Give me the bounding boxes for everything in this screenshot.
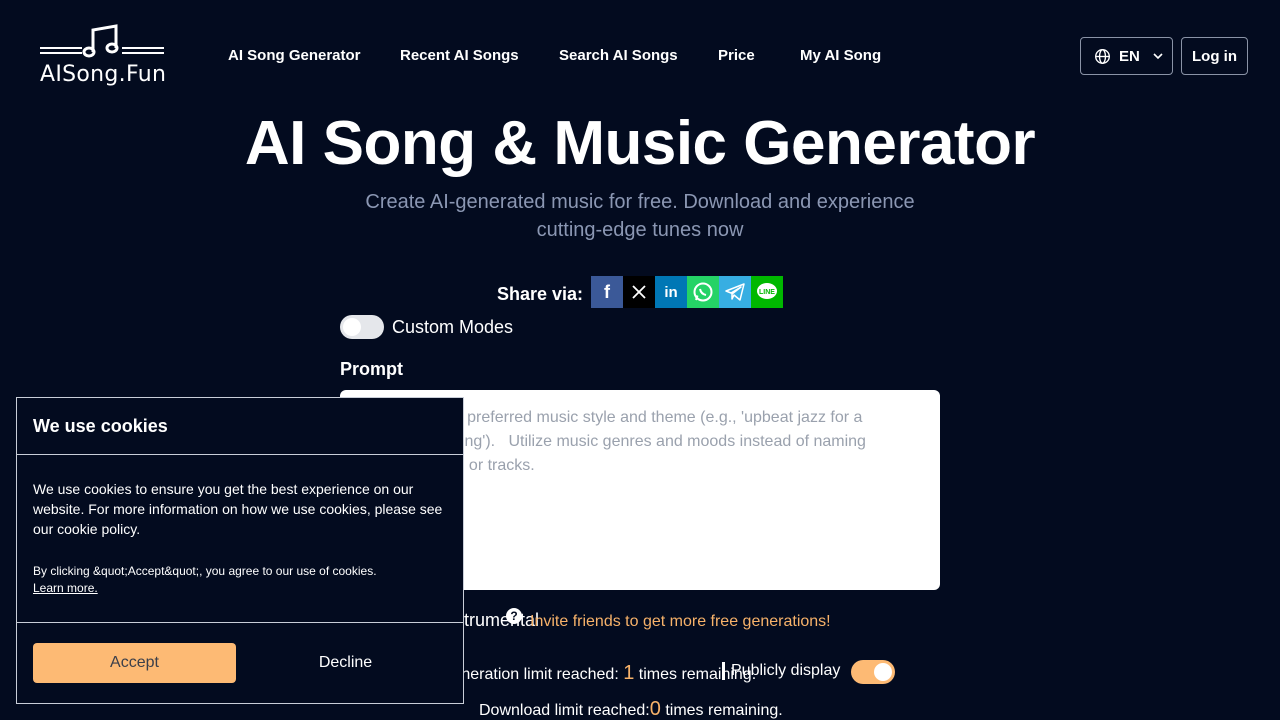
help-icon[interactable]: ? bbox=[506, 608, 522, 624]
page-title: AI Song & Music Generator bbox=[244, 109, 1036, 178]
music-note-icon bbox=[40, 24, 164, 58]
divider bbox=[17, 454, 463, 455]
public-display-toggle[interactable] bbox=[851, 660, 895, 684]
whatsapp-share-button[interactable] bbox=[687, 276, 720, 308]
nav-price[interactable]: Price bbox=[718, 47, 755, 64]
gen-limit-count: 1 bbox=[623, 662, 635, 684]
svg-text:LINE: LINE bbox=[759, 289, 775, 296]
divider bbox=[17, 622, 463, 623]
download-limit: Download limit reached:0 times remaining… bbox=[479, 698, 783, 720]
telegram-share-button[interactable] bbox=[719, 276, 752, 308]
cookie-banner: We use cookies We use cookies to ensure … bbox=[16, 397, 464, 704]
facebook-share-button[interactable]: f bbox=[591, 276, 624, 308]
language-select[interactable]: EN bbox=[1080, 37, 1173, 75]
line-icon: LINE bbox=[757, 283, 778, 299]
logo-text: AISong.Fun bbox=[40, 62, 167, 87]
public-display-label: Publicly display bbox=[722, 662, 840, 680]
share-label: Share via: bbox=[497, 283, 584, 304]
cookie-consent-note: By clicking &quot;Accept&quot;, you agre… bbox=[33, 564, 377, 578]
nav-ai-song-generator[interactable]: AI Song Generator bbox=[228, 47, 361, 64]
learn-more-link[interactable]: Learn more. bbox=[33, 581, 98, 595]
page-subtitle: Create AI-generated music for free. Down… bbox=[365, 191, 915, 241]
custom-modes-toggle[interactable] bbox=[340, 315, 384, 339]
telegram-icon bbox=[725, 283, 745, 301]
chevron-down-icon bbox=[1153, 53, 1163, 60]
toggle-knob bbox=[343, 318, 361, 336]
nav-my-ai-song[interactable]: My AI Song bbox=[800, 47, 881, 64]
line-share-button[interactable]: LINE bbox=[751, 276, 784, 308]
generation-limit: Generation limit reached: 1 times remain… bbox=[440, 662, 756, 685]
toggle-knob bbox=[874, 663, 892, 681]
x-icon bbox=[632, 285, 646, 299]
facebook-icon: f bbox=[604, 281, 611, 302]
login-button[interactable]: Log in bbox=[1181, 37, 1248, 75]
globe-icon bbox=[1095, 48, 1110, 64]
site-logo[interactable]: AISong.Fun bbox=[38, 22, 168, 90]
gen-limit-prefix: Generation limit reached: bbox=[440, 666, 624, 683]
linkedin-share-button[interactable]: in bbox=[655, 276, 688, 308]
dl-limit-prefix: Download limit reached: bbox=[479, 702, 650, 719]
accept-button[interactable]: Accept bbox=[33, 643, 236, 683]
custom-modes-label: Custom Modes bbox=[392, 317, 514, 337]
language-label: EN bbox=[1119, 47, 1140, 65]
linkedin-icon: in bbox=[664, 283, 678, 301]
whatsapp-icon bbox=[693, 282, 713, 302]
nav-search-ai-songs[interactable]: Search AI Songs bbox=[559, 47, 678, 64]
share-bar: Share via: f in LINE bbox=[497, 276, 784, 308]
dl-limit-count: 0 bbox=[649, 698, 661, 720]
nav-recent-ai-songs[interactable]: Recent AI Songs bbox=[400, 47, 519, 64]
x-share-button[interactable] bbox=[623, 276, 656, 308]
decline-button[interactable]: Decline bbox=[244, 643, 447, 683]
cookie-title: We use cookies bbox=[33, 416, 168, 436]
invite-link[interactable]: Invite friends to get more free generati… bbox=[530, 613, 831, 631]
dl-limit-suffix: times remaining. bbox=[660, 702, 783, 719]
cookie-body: We use cookies to ensure you get the bes… bbox=[33, 481, 443, 537]
prompt-label: Prompt bbox=[340, 359, 403, 379]
